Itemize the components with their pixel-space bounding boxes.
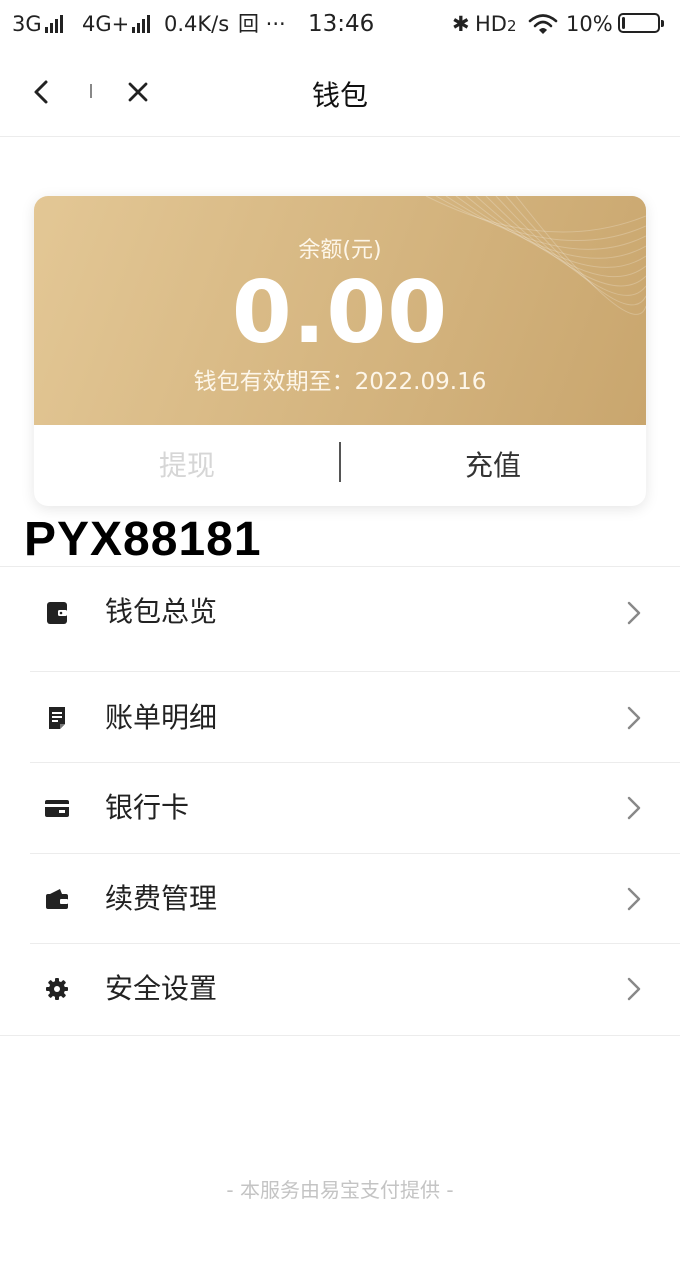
chevron-right-icon (627, 977, 641, 1001)
security-gear-icon (46, 978, 68, 1000)
menu-item-label: 账单明细 (105, 701, 218, 734)
signal-icon (132, 15, 151, 33)
chevron-right-icon (627, 601, 641, 625)
overlay-code: PYX88181 (24, 513, 262, 566)
bluetooth-icon: ✱ (452, 12, 470, 36)
nav-bar: 钱包 (0, 48, 680, 137)
wallet-expiry: 钱包有效期至：2022.09.16 (193, 369, 487, 395)
status-time: 13:46 (308, 11, 375, 37)
menu-item-renewal[interactable]: 续费管理 (0, 854, 680, 944)
chevron-right-icon (627, 887, 641, 911)
signal-icon (44, 15, 63, 33)
menu-item-bill-details[interactable]: 账单明细 (0, 672, 680, 763)
network-3g-label: 3G (12, 12, 42, 36)
hd-label: HD (475, 12, 507, 36)
hd-indicator: HD2 (475, 11, 517, 39)
chevron-right-icon (627, 706, 641, 730)
battery-level (622, 17, 625, 29)
network-3g: 3G (12, 11, 63, 37)
renewal-wallet-icon (46, 889, 68, 909)
wallet-icon (47, 602, 67, 624)
notification-icons: 回 ··· (238, 12, 286, 36)
recharge-button[interactable]: 充值 (340, 425, 646, 506)
network-4g: 4G+ (82, 11, 151, 37)
menu-item-label: 银行卡 (105, 791, 190, 824)
network-4g-label: 4G+ (82, 12, 130, 36)
menu-item-label: 安全设置 (105, 972, 218, 1005)
withdraw-button[interactable]: 提现 (34, 425, 340, 506)
battery-icon (618, 13, 664, 33)
footer-provider-note: - 本服务由易宝支付提供 - (226, 1178, 454, 1202)
page-title: 钱包 (311, 79, 368, 112)
battery-percent: 10% (566, 12, 613, 36)
status-bar: 3G 4G+ 0.4K/s 回 ··· 13:46 ✱ HD2 10% (0, 0, 680, 48)
menu-item-bank-card[interactable]: 银行卡 (0, 763, 680, 854)
wallet-menu: 钱包总览 账单明细 银行卡 续费管理 安全设置 (0, 566, 680, 1036)
menu-item-wallet-overview[interactable]: 钱包总览 (0, 567, 680, 672)
menu-item-security[interactable]: 安全设置 (0, 944, 680, 1034)
hd-sub: 2 (506, 17, 517, 35)
bill-icon (49, 707, 65, 729)
menu-item-label: 续费管理 (105, 882, 218, 915)
chevron-right-icon (627, 796, 641, 820)
network-speed: 0.4K/s (164, 12, 230, 36)
balance-card: 余额(元) 0.00 钱包有效期至：2022.09.16 提现 充值 (34, 196, 646, 506)
balance-actions: 提现 充值 (34, 425, 646, 506)
bank-card-icon (45, 800, 69, 817)
wifi-icon (528, 14, 558, 34)
balance-label: 余额(元) (298, 238, 382, 263)
menu-item-label: 钱包总览 (105, 595, 218, 628)
balance-card-header: 余额(元) 0.00 钱包有效期至：2022.09.16 (34, 196, 646, 425)
balance-amount: 0.00 (231, 263, 449, 363)
